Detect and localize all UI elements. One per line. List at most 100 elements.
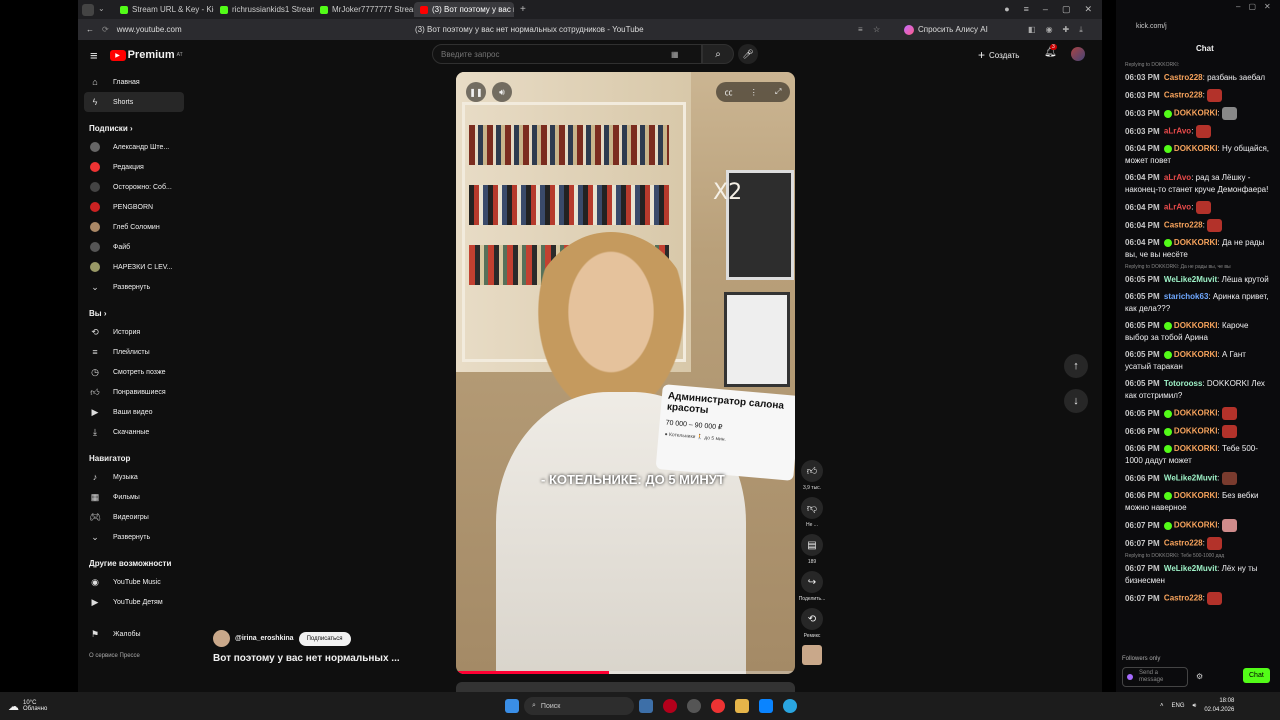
chat-send-button[interactable]: Chat	[1243, 668, 1270, 683]
chat-message[interactable]: 06:06 PM WeLike2Muvit:	[1116, 471, 1280, 486]
shield-icon[interactable]: ◉	[1046, 25, 1053, 35]
telegram-icon[interactable]	[783, 699, 797, 713]
sidebar-item-home[interactable]: ⌂ Главная	[78, 72, 190, 92]
download-icon[interactable]: ⤓	[1079, 25, 1083, 35]
message-username[interactable]: DOKKORKI	[1174, 409, 1218, 418]
chat-message[interactable]: 06:04 PM DOKKORKI: Ну общайся, может пов…	[1116, 142, 1280, 168]
weather-widget[interactable]: ☁ 10°C Облачно	[8, 700, 47, 713]
sidebar-item-history[interactable]: ⟲ История	[78, 322, 190, 342]
sidebar-item-watch-later[interactable]: ◷ Смотреть позже	[78, 362, 190, 382]
more-icon[interactable]: ⋮	[750, 88, 758, 97]
taskbar-search[interactable]: ⌕ Поиск	[524, 697, 634, 715]
message-username[interactable]: DOKKORKI	[1174, 491, 1218, 500]
chat-message[interactable]: 06:07 PM DOKKORKI:	[1116, 518, 1280, 533]
clock[interactable]: 18:08 02.04.2026	[1204, 697, 1234, 715]
sidebar-item-gaming[interactable]: 🎮︎ Видеоигры	[78, 507, 190, 527]
subscriptions-header[interactable]: Подписки ›	[78, 112, 190, 137]
sidebar-item-playlists[interactable]: ≡ Плейлисты	[78, 342, 190, 362]
channel-name[interactable]: @irina_eroshkina	[235, 635, 294, 642]
browser-tab[interactable]: (3) Вот поэтому у вас н	[414, 2, 514, 17]
browser-tab[interactable]: richrussiankids1 Stream	[214, 2, 314, 17]
chevron-down-icon[interactable]: ⌄	[98, 4, 110, 16]
extensions-icon[interactable]: ✚	[1063, 25, 1070, 35]
task-view-icon[interactable]	[639, 699, 653, 713]
browser-menu-icon[interactable]	[82, 3, 94, 16]
message-username[interactable]: Castro228	[1164, 539, 1203, 548]
obs-icon[interactable]	[687, 699, 701, 713]
sidebar-item-yt-music[interactable]: ◉ YouTube Music	[78, 572, 190, 592]
volume-button[interactable]: 🔊︎	[492, 82, 512, 102]
keyboard-icon[interactable]: ▦	[671, 50, 679, 59]
folder-icon[interactable]	[735, 699, 749, 713]
you-header[interactable]: Вы ›	[78, 297, 190, 322]
chat-message[interactable]: 06:03 PM Castro228: разбань заебал	[1116, 71, 1280, 85]
message-username[interactable]: Castro228	[1164, 594, 1203, 603]
sidebar-item-subscription[interactable]: Глеб Соломин	[78, 217, 190, 237]
chat-message[interactable]: 06:05 PM WeLike2Muvit: Лёша крутой	[1116, 273, 1280, 287]
youtube-logo[interactable]: ▶ Premium AT	[109, 49, 183, 61]
remix-button[interactable]: ⟲ Ремикс	[796, 608, 828, 639]
chat-message[interactable]: 06:06 PM DOKKORKI: Без вебки можно навер…	[1116, 489, 1280, 515]
close-icon[interactable]: ✕	[1084, 4, 1092, 15]
sidebar-item-shorts[interactable]: ϟ Shorts	[84, 92, 184, 112]
next-video-button[interactable]: ↓	[1064, 389, 1088, 413]
profile-icon[interactable]: ●	[1004, 4, 1009, 15]
sidebar-item-yt-kids[interactable]: ▶ YouTube Детям	[78, 592, 190, 612]
chat-message[interactable]: 06:05 PM DOKKORKI: Кароче выбор за тобой…	[1116, 319, 1280, 345]
sidebar-item-downloads[interactable]: ⤓ Скачанные	[78, 422, 190, 442]
message-username[interactable]: Castro228	[1164, 91, 1203, 100]
chat-message[interactable]: 06:06 PM DOKKORKI: Тебе 500-1000 дадут м…	[1116, 442, 1280, 468]
sidebar-item-report[interactable]: ⚑ Жалобы	[78, 624, 190, 644]
sidebar-item-subscription[interactable]: Осторожно: Соб...	[78, 177, 190, 197]
tray-chevron-icon[interactable]: ˄	[1160, 703, 1164, 709]
create-button[interactable]: + Создать	[978, 46, 1019, 64]
message-username[interactable]: WeLike2Muvit	[1164, 275, 1217, 284]
share-button[interactable]: ↪ Поделить...	[796, 571, 828, 602]
start-icon[interactable]	[505, 699, 519, 713]
chat-message[interactable]: 06:04 PM DOKKORKI: Да не рады вы, че вы …	[1116, 236, 1280, 262]
menu-icon[interactable]: ≡	[1024, 4, 1029, 15]
sidebar-item-subscription[interactable]: Файб	[78, 237, 190, 257]
message-username[interactable]: DOKKORKI	[1174, 321, 1218, 330]
pause-button[interactable]: ❚❚	[466, 82, 486, 102]
message-username[interactable]: Totorooss	[1164, 379, 1203, 388]
chat-url[interactable]: kick.com/j	[1136, 23, 1167, 30]
search-button[interactable]: ⌕	[702, 44, 734, 64]
chat-message[interactable]: 06:05 PM Totorooss: DOKKORKI Лех как отс…	[1116, 377, 1280, 403]
chat-message[interactable]: 06:05 PM DOKKORKI:	[1116, 406, 1280, 421]
message-username[interactable]: starichok63	[1164, 292, 1208, 301]
message-username[interactable]: WeLike2Muvit	[1164, 564, 1217, 573]
window-controls[interactable]: –▢✕	[1236, 2, 1279, 11]
chat-message[interactable]: 06:05 PM DOKKORKI: А Гант усатый таракан	[1116, 348, 1280, 374]
chat-message[interactable]: 06:07 PM Castro228:	[1116, 536, 1280, 551]
captions-icon[interactable]: ㏄	[725, 87, 733, 98]
yandex-icon[interactable]	[711, 699, 725, 713]
chat-message[interactable]: 06:04 PM aLrAvo:	[1116, 200, 1280, 215]
message-username[interactable]: Castro228	[1164, 73, 1203, 82]
comments-button[interactable]: ▤ 189	[796, 534, 828, 565]
hamburger-icon[interactable]: ≡	[858, 25, 863, 34]
sound-thumbnail[interactable]	[802, 645, 822, 665]
subscribe-button[interactable]: Подписаться	[298, 631, 351, 646]
url-field[interactable]: www.youtube.com	[117, 25, 182, 34]
chat-message[interactable]: 06:07 PM Castro228:	[1116, 591, 1280, 606]
subs-expand[interactable]: ⌄ Развернуть	[78, 277, 190, 297]
sidebar-item-subscription[interactable]: Александр Ште...	[78, 137, 190, 157]
fullscreen-icon[interactable]: ⤢	[775, 87, 781, 97]
chat-message[interactable]: 06:06 PM DOKKORKI:	[1116, 424, 1280, 439]
alice-button[interactable]: Спросить Алису AI	[904, 24, 988, 35]
chat-message[interactable]: 06:03 PM Castro228:	[1116, 88, 1280, 103]
message-username[interactable]: aLrAvo	[1164, 173, 1191, 182]
language-indicator[interactable]: ENG	[1172, 703, 1185, 709]
sidebar-item-movies[interactable]: ▦ Фильмы	[78, 487, 190, 507]
browser-tab[interactable]: Stream URL & Key - Kick	[114, 2, 214, 17]
minimize-icon[interactable]: –	[1043, 4, 1048, 15]
volume-icon[interactable]: 🔊︎	[1193, 703, 1197, 710]
message-username[interactable]: DOKKORKI	[1174, 444, 1218, 453]
message-username[interactable]: DOKKORKI	[1174, 521, 1218, 530]
browser-tab[interactable]: MrJoker7777777 Stream	[314, 2, 414, 17]
footer-links[interactable]: О сервисе Прессе	[78, 644, 190, 659]
app-icon[interactable]	[759, 699, 773, 713]
message-username[interactable]: DOKKORKI	[1174, 350, 1218, 359]
message-username[interactable]: DOKKORKI	[1174, 427, 1218, 436]
